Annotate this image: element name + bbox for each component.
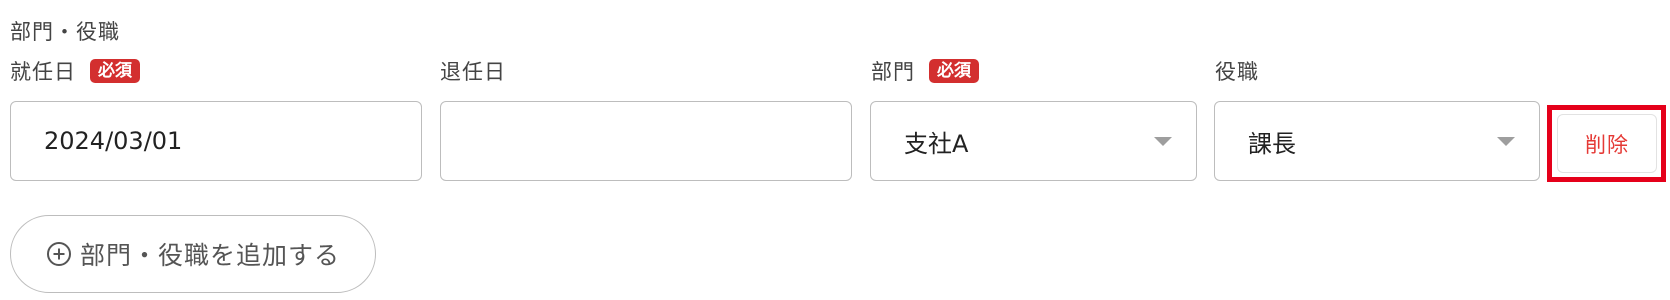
position-selected-value: 課長: [1248, 129, 1296, 158]
department-selected-value: 支社A: [904, 129, 969, 158]
end-date-label: 退任日: [440, 60, 506, 84]
department-label-group: 部門 必須: [871, 56, 979, 86]
start-date-input[interactable]: 2024/03/01: [10, 101, 422, 181]
department-label: 部門: [871, 60, 915, 84]
plus-circle-icon: [46, 242, 71, 266]
department-required-badge: 必須: [929, 59, 979, 83]
start-date-label-group: 就任日 必須: [10, 56, 140, 86]
end-date-label-group: 退任日: [440, 56, 506, 86]
position-label-group: 役職: [1215, 56, 1259, 86]
start-date-required-badge: 必須: [90, 59, 140, 83]
caret-down-icon: [1497, 136, 1515, 146]
add-button-label: 部門・役職を追加する: [79, 241, 340, 270]
position-label: 役職: [1215, 60, 1259, 84]
position-select[interactable]: 課長: [1214, 101, 1540, 181]
caret-down-icon: [1154, 136, 1172, 146]
department-select[interactable]: 支社A: [870, 101, 1197, 181]
end-date-input[interactable]: [440, 101, 852, 181]
section-title: 部門・役職: [10, 20, 120, 44]
delete-button[interactable]: 削除: [1557, 114, 1657, 173]
start-date-value: 2024/03/01: [44, 127, 183, 155]
add-department-position-button[interactable]: 部門・役職を追加する: [10, 215, 376, 293]
start-date-label: 就任日: [10, 60, 76, 84]
